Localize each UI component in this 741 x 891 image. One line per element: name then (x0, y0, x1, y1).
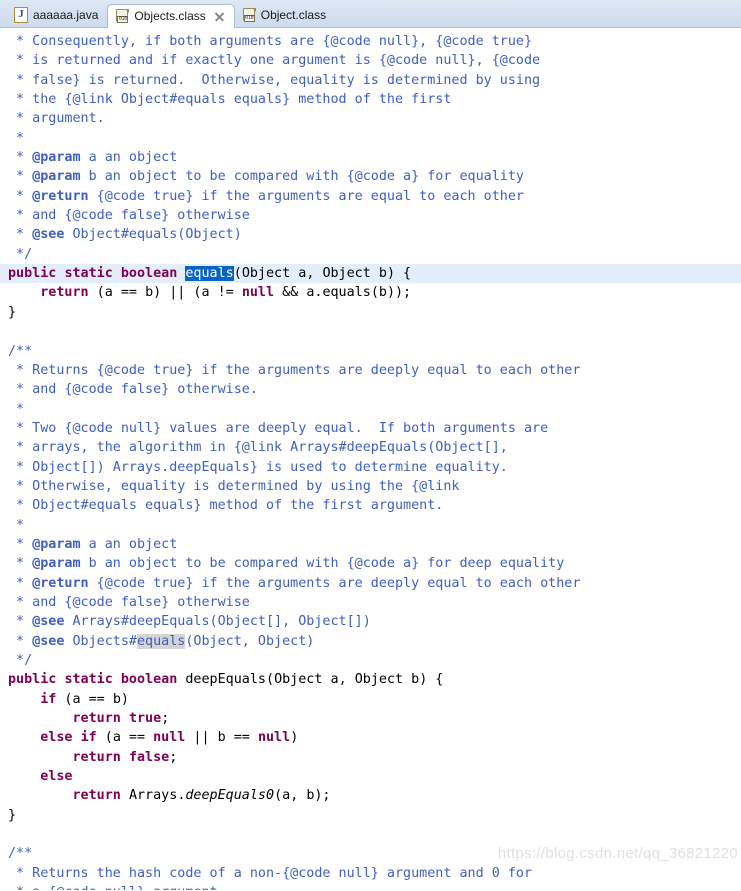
code-line[interactable]: * @return {@code true} if the arguments … (0, 187, 741, 206)
code-line[interactable]: /** (0, 844, 741, 863)
code-line[interactable]: else (0, 767, 741, 786)
code-line[interactable]: * Object[]) Arrays.deepEquals} is used t… (0, 458, 741, 477)
code-line[interactable]: * @param a an object (0, 535, 741, 554)
selected-token[interactable]: equals (185, 266, 234, 282)
occurrence-token[interactable]: equals (137, 633, 186, 649)
code-line[interactable]: * @param a an object (0, 148, 741, 167)
code-line[interactable]: * the {@link Object#equals equals} metho… (0, 90, 741, 109)
code-line[interactable]: * a {@code null} argument. (0, 883, 741, 890)
code-line[interactable]: * Otherwise, equality is determined by u… (0, 477, 741, 496)
editor-tab-bar: aaaaaa.java 010 Objects.class 010 Object… (0, 0, 741, 28)
tab-label: aaaaaa.java (33, 8, 99, 22)
code-line[interactable] (0, 825, 741, 844)
code-line[interactable]: return true; (0, 709, 741, 728)
code-line[interactable]: else if (a == null || b == null) (0, 728, 741, 747)
code-line[interactable]: public static boolean deepEquals(Object … (0, 670, 741, 689)
code-line[interactable]: * @see Arrays#deepEquals(Object[], Objec… (0, 612, 741, 631)
code-line[interactable]: return Arrays.deepEquals0(a, b); (0, 786, 741, 805)
code-line[interactable]: } (0, 806, 741, 825)
code-line[interactable]: * (0, 400, 741, 419)
code-line[interactable]: * Object#equals equals} method of the fi… (0, 496, 741, 515)
tab-label: Objects.class (134, 9, 206, 23)
code-line[interactable]: * Two {@code null} values are deeply equ… (0, 419, 741, 438)
code-line[interactable]: * argument. (0, 109, 741, 128)
code-line[interactable]: * and {@code false} otherwise (0, 593, 741, 612)
code-line[interactable]: * Returns {@code true} if the arguments … (0, 361, 741, 380)
class-file-icon: 010 (242, 8, 256, 22)
code-line[interactable]: * @see Object#equals(Object) (0, 225, 741, 244)
code-line[interactable]: * (0, 129, 741, 148)
code-line[interactable]: /** (0, 342, 741, 361)
code-surface[interactable]: * Consequently, if both arguments are {@… (0, 28, 741, 890)
code-line[interactable]: * @return {@code true} if the arguments … (0, 574, 741, 593)
code-line[interactable]: if (a == b) (0, 690, 741, 709)
code-line[interactable]: */ (0, 651, 741, 670)
code-line[interactable]: * and {@code false} otherwise. (0, 380, 741, 399)
code-line[interactable]: * @see Objects#equals(Object, Object) (0, 632, 741, 651)
tab-label: Object.class (260, 8, 327, 22)
code-line[interactable]: * @param b an object to be compared with… (0, 554, 741, 573)
tab-objects-class[interactable]: 010 Objects.class (107, 4, 235, 28)
code-line[interactable]: */ (0, 245, 741, 264)
code-line[interactable]: * is returned and if exactly one argumen… (0, 51, 741, 70)
code-line[interactable] (0, 322, 741, 341)
java-file-icon (14, 7, 28, 23)
code-line[interactable]: * (0, 516, 741, 535)
class-file-icon: 010 (116, 9, 130, 23)
code-line[interactable]: } (0, 303, 741, 322)
tab-object-class[interactable]: 010 Object.class (235, 3, 335, 27)
code-line-current[interactable]: public static boolean equals(Object a, O… (0, 264, 741, 284)
code-editor[interactable]: * Consequently, if both arguments are {@… (0, 28, 741, 890)
code-line[interactable]: * arrays, the algorithm in {@link Arrays… (0, 438, 741, 457)
code-line[interactable]: * @param b an object to be compared with… (0, 167, 741, 186)
code-line[interactable]: * false} is returned. Otherwise, equalit… (0, 71, 741, 90)
code-line[interactable]: * Consequently, if both arguments are {@… (0, 32, 741, 51)
code-line[interactable]: return (a == b) || (a != null && a.equal… (0, 283, 741, 302)
close-icon[interactable] (214, 11, 225, 22)
code-line[interactable]: return false; (0, 748, 741, 767)
tab-aaaaaa-java[interactable]: aaaaaa.java (6, 3, 107, 27)
code-line[interactable]: * Returns the hash code of a non-{@code … (0, 864, 741, 883)
code-line[interactable]: * and {@code false} otherwise (0, 206, 741, 225)
